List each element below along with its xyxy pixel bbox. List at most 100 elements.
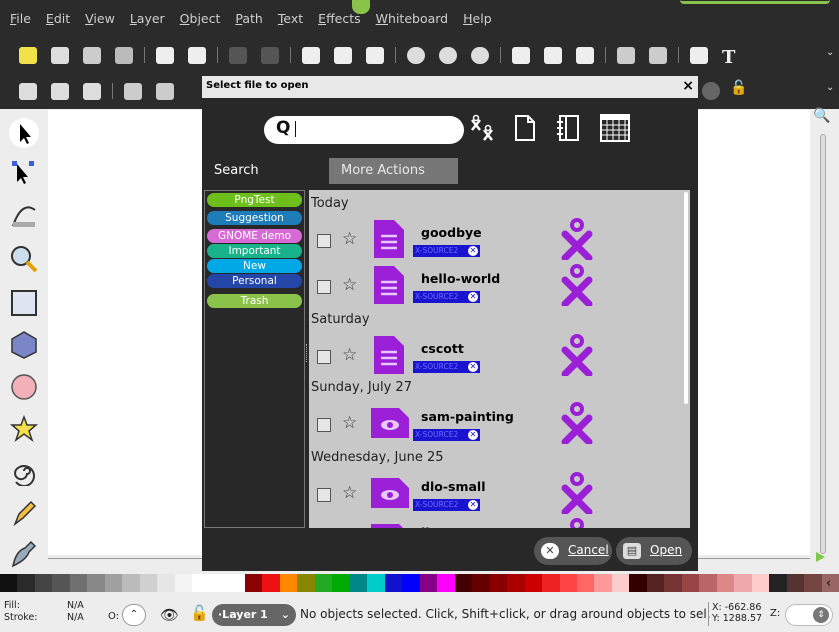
fill-value[interactable]: N/A xyxy=(67,600,84,612)
palette-swatch[interactable] xyxy=(367,574,385,592)
rectangle-tool-icon[interactable] xyxy=(9,288,39,318)
pen-tool-icon[interactable] xyxy=(9,538,39,568)
opacity-spinner[interactable]: ⌃ xyxy=(122,604,146,626)
list-item[interactable]: ☆ sam-painting X-SOURCE2 ✕ xyxy=(309,402,690,454)
ungroup-icon[interactable] xyxy=(649,46,667,64)
tag-suggestion[interactable]: Suggestion xyxy=(207,211,302,225)
undo-icon[interactable] xyxy=(229,46,247,64)
select-checkbox[interactable] xyxy=(317,350,331,364)
palette-swatch[interactable] xyxy=(87,574,105,592)
menu-text[interactable]: Text xyxy=(278,11,303,26)
palette-swatch[interactable] xyxy=(734,574,752,592)
save-icon[interactable] xyxy=(83,46,101,64)
close-icon[interactable]: × xyxy=(682,78,694,94)
tag-new[interactable]: New xyxy=(207,259,302,273)
palette-swatch[interactable] xyxy=(629,574,647,592)
journal-filter-icon[interactable] xyxy=(556,114,580,142)
palette-swatch[interactable] xyxy=(472,574,490,592)
image-document-icon[interactable] xyxy=(371,408,409,438)
spiral-tool-icon[interactable] xyxy=(9,456,39,487)
stroke-value[interactable]: N/A xyxy=(67,612,84,624)
buddies-filter-icon[interactable] xyxy=(468,114,498,144)
palette-swatch[interactable] xyxy=(104,574,123,592)
palette-swatch[interactable] xyxy=(34,574,53,592)
palette-swatch[interactable] xyxy=(279,574,298,592)
layer-selector[interactable]: ·Layer 1 ⌄ xyxy=(212,604,296,626)
text-document-icon[interactable] xyxy=(374,220,404,258)
remove-source-icon[interactable]: ✕ xyxy=(468,362,478,372)
tab-more-actions[interactable]: More Actions xyxy=(329,158,458,184)
palette-swatch[interactable] xyxy=(384,574,403,592)
menu-whiteboard[interactable]: Whiteboard xyxy=(376,11,448,26)
document-filter-icon[interactable] xyxy=(514,114,536,142)
tag-gnome-demo[interactable]: GNOME demo xyxy=(207,229,302,243)
palette-swatch[interactable] xyxy=(804,574,822,592)
image-document-icon[interactable] xyxy=(371,478,409,508)
palette-swatch[interactable] xyxy=(402,574,420,592)
list-item[interactable]: ilo xyxy=(309,518,690,528)
palette-swatch[interactable] xyxy=(192,574,210,592)
remove-source-icon[interactable]: ✕ xyxy=(468,500,478,510)
remove-source-icon[interactable]: ✕ xyxy=(468,430,478,440)
search-input[interactable]: Q xyxy=(264,116,464,144)
palette-swatch[interactable] xyxy=(559,574,577,592)
menu-effects[interactable]: Effects xyxy=(318,11,361,26)
export-icon[interactable] xyxy=(188,46,206,64)
import-icon[interactable] xyxy=(156,46,174,64)
palette-swatch[interactable] xyxy=(681,574,700,592)
tag-important[interactable]: Important xyxy=(207,244,302,258)
paste-icon[interactable] xyxy=(366,46,384,64)
palette-swatch[interactable] xyxy=(716,574,735,592)
favorite-star-icon[interactable]: ☆ xyxy=(342,275,357,295)
padlock-icon[interactable]: 🔓 xyxy=(730,80,747,96)
star-tool-icon[interactable] xyxy=(9,414,39,444)
palette-swatch[interactable] xyxy=(611,574,630,592)
palette-swatch[interactable] xyxy=(122,574,140,592)
select-checkbox[interactable] xyxy=(317,234,331,248)
palette-swatch[interactable] xyxy=(489,574,508,592)
text-document-icon[interactable] xyxy=(374,336,404,374)
print-icon[interactable] xyxy=(115,46,133,64)
zoom-selection-icon[interactable] xyxy=(407,46,425,64)
palette-swatch[interactable] xyxy=(314,574,333,592)
lock-toggle-icon[interactable] xyxy=(702,82,720,100)
3d-box-tool-icon[interactable] xyxy=(9,330,39,360)
list-item[interactable]: ☆ hello-world X-SOURCE2 ✕ xyxy=(309,264,690,316)
pane-splitter[interactable] xyxy=(306,344,308,362)
clone-icon[interactable] xyxy=(544,46,562,64)
palette-swatch[interactable] xyxy=(52,574,70,592)
layer-lock-icon[interactable]: 🔓 xyxy=(190,604,209,622)
remove-source-icon[interactable]: ✕ xyxy=(468,246,478,256)
tag-personal[interactable]: Personal xyxy=(207,274,302,288)
cancel-button[interactable]: ✕ Cancel xyxy=(534,537,612,565)
zoom-page-icon[interactable] xyxy=(471,46,489,64)
tweak-tool-icon[interactable] xyxy=(9,200,39,230)
palette-swatch[interactable] xyxy=(646,574,665,592)
palette-swatch[interactable] xyxy=(0,574,18,592)
palette-swatch[interactable] xyxy=(524,574,543,592)
palette-swatch[interactable] xyxy=(594,574,612,592)
palette-swatch[interactable] xyxy=(69,574,88,592)
unlink-clone-icon[interactable] xyxy=(576,46,594,64)
palette-swatch[interactable] xyxy=(419,574,438,592)
palette-swatch[interactable] xyxy=(157,574,175,592)
tag-pngtest[interactable]: PngTest xyxy=(207,193,302,207)
new-document-icon[interactable] xyxy=(19,46,37,64)
palette-swatch[interactable] xyxy=(174,574,193,592)
zoom-spinner-icon[interactable]: ⇕ xyxy=(813,607,829,623)
play-icon[interactable] xyxy=(816,552,825,562)
list-item[interactable]: ☆ dlo-small X-SOURCE2 ✕ xyxy=(309,472,690,524)
menu-layer[interactable]: Layer xyxy=(130,11,165,26)
vertical-scrollbar[interactable] xyxy=(820,134,826,554)
select-checkbox[interactable] xyxy=(317,488,331,502)
list-scrollbar[interactable] xyxy=(684,192,688,404)
chevron-down-icon[interactable]: ⌄ xyxy=(826,47,834,58)
palette-swatch[interactable] xyxy=(297,574,315,592)
list-item[interactable]: ☆ cscott X-SOURCE2 ✕ xyxy=(309,334,690,386)
zoom-drawing-icon[interactable] xyxy=(439,46,457,64)
palette-swatch[interactable] xyxy=(507,574,525,592)
selector-tool-icon[interactable] xyxy=(9,118,39,148)
zoom-field[interactable]: ⇕ xyxy=(785,604,833,626)
palette-swatch[interactable] xyxy=(332,574,350,592)
favorite-star-icon[interactable]: ☆ xyxy=(342,483,357,503)
